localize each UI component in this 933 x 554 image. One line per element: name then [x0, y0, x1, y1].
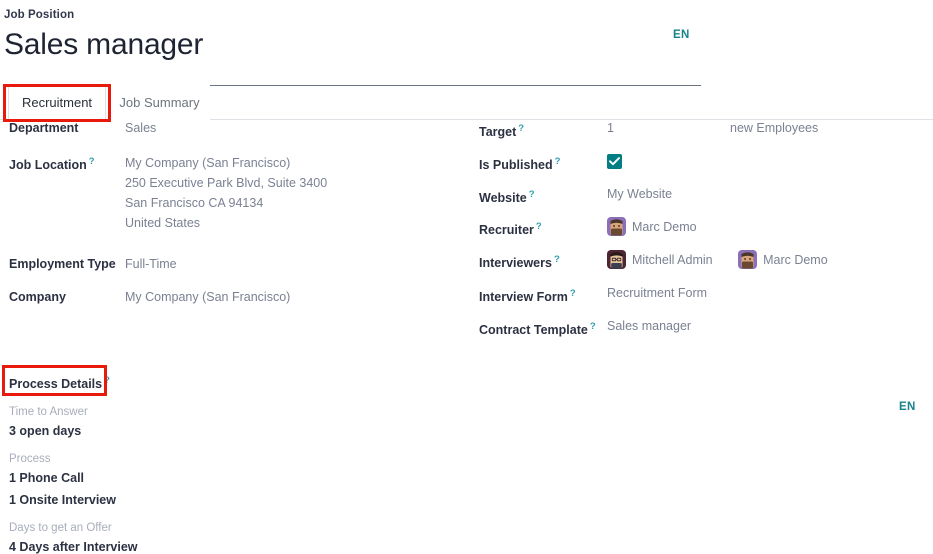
process-item: 1 Phone Call — [9, 467, 380, 489]
help-icon[interactable]: ? — [570, 288, 576, 299]
field-company: Company My Company (San Francisco) — [0, 289, 470, 306]
field-recruiter-label: Recruiter? — [479, 218, 607, 239]
field-website: Website? My Website — [470, 186, 933, 207]
job-location-line-2: 250 Executive Park Blvd, Suite 3400 — [125, 173, 327, 193]
help-icon[interactable]: ? — [554, 254, 560, 265]
field-interview-form-value[interactable]: Recruitment Form — [607, 285, 707, 302]
help-icon[interactable]: ? — [536, 221, 542, 232]
field-department: Department Sales — [0, 120, 470, 137]
field-interview-form: Interview Form? Recruitment Form — [470, 285, 933, 306]
field-recruiter-value: Marc Demo — [607, 218, 719, 242]
field-company-label-text: Company — [9, 290, 66, 304]
field-contract-template-label: Contract Template? — [479, 318, 607, 339]
field-interviewers: Interviewers? — [470, 251, 933, 275]
process-item: 1 Onsite Interview — [9, 489, 380, 511]
field-interviewers-label: Interviewers? — [479, 251, 607, 272]
help-icon[interactable]: ? — [529, 189, 535, 200]
process-group-time-to-answer: Time to Answer 3 open days — [9, 404, 380, 442]
recruiter-name: Marc Demo — [632, 219, 697, 236]
field-job-location-label: Job Location? — [9, 153, 125, 174]
field-employment-type-label-text: Employment Type — [9, 257, 116, 271]
process-details-title-text: Process Details — [9, 377, 102, 391]
avatar — [607, 250, 626, 269]
job-location-line-4: United States — [125, 213, 327, 233]
interviewer-person-2[interactable]: Marc Demo — [738, 251, 828, 270]
job-position-form-page: Job Position Sales manager EN EN Recruit… — [0, 0, 933, 554]
interviewer-person-1[interactable]: Mitchell Admin — [607, 251, 713, 270]
field-website-label-text: Website — [479, 191, 527, 205]
process-caption: Time to Answer — [9, 404, 380, 420]
field-employment-type-label: Employment Type — [9, 256, 125, 273]
is-published-checkbox[interactable] — [607, 154, 622, 169]
field-job-location: Job Location? My Company (San Francisco)… — [0, 153, 470, 233]
language-badge-title[interactable]: EN — [673, 29, 690, 41]
field-website-label: Website? — [479, 186, 607, 207]
title-row: Sales manager — [4, 24, 701, 65]
field-target-value[interactable]: 1 — [607, 120, 614, 137]
field-recruiter-label-text: Recruiter — [479, 223, 534, 237]
avatar — [607, 217, 626, 236]
field-department-label: Department — [9, 120, 125, 137]
field-contract-template-value[interactable]: Sales manager — [607, 318, 691, 335]
interviewer-name-2: Marc Demo — [763, 252, 828, 269]
field-contract-template-label-text: Contract Template — [479, 323, 588, 337]
field-employment-type: Employment Type Full-Time — [0, 256, 470, 273]
process-caption: Process — [9, 451, 380, 467]
field-is-published-label: Is Published? — [479, 153, 607, 174]
field-target-suffix: new Employees — [730, 120, 818, 137]
process-group-process: Process 1 Phone Call 1 Onsite Interview — [9, 451, 380, 511]
page-title[interactable]: Sales manager — [4, 24, 701, 65]
field-target-label-text: Target — [479, 125, 516, 139]
field-job-location-label-text: Job Location — [9, 158, 87, 172]
page-header: Job Position Sales manager — [0, 0, 933, 65]
help-icon[interactable]: ? — [590, 321, 596, 332]
field-job-location-value[interactable]: My Company (San Francisco) 250 Executive… — [125, 153, 327, 233]
process-details-title: Process Details? — [0, 365, 380, 400]
field-company-label: Company — [9, 289, 125, 306]
avatar — [738, 250, 757, 269]
field-interview-form-label-text: Interview Form — [479, 290, 568, 304]
field-department-value[interactable]: Sales — [125, 120, 156, 137]
job-location-line-3: San Francisco CA 94134 — [125, 193, 327, 213]
job-location-line-1: My Company (San Francisco) — [125, 153, 327, 173]
field-company-value[interactable]: My Company (San Francisco) — [125, 289, 290, 306]
field-is-published-label-text: Is Published — [479, 158, 553, 172]
help-icon[interactable]: ? — [518, 123, 524, 134]
help-icon[interactable]: ? — [89, 156, 95, 167]
tab-recruitment-label: Recruitment — [22, 95, 92, 110]
process-details-body: Time to Answer 3 open days Process 1 Pho… — [0, 400, 380, 554]
field-is-published-value — [607, 153, 622, 173]
tab-recruitment[interactable]: Recruitment — [8, 85, 106, 120]
process-item: 4 Days after Interview — [9, 536, 380, 554]
interviewer-name-1: Mitchell Admin — [632, 252, 713, 269]
field-target: Target? 1 new Employees — [470, 120, 933, 141]
process-group-days-to-offer: Days to get an Offer 4 Days after Interv… — [9, 520, 380, 554]
tab-job-summary-label: Job Summary — [119, 95, 199, 110]
field-contract-template: Contract Template? Sales manager — [470, 318, 933, 339]
process-item: 3 open days — [9, 420, 380, 442]
field-department-label-text: Department — [9, 121, 78, 135]
field-interview-form-label: Interview Form? — [479, 285, 607, 306]
tab-job-summary[interactable]: Job Summary — [109, 85, 210, 120]
process-caption: Days to get an Offer — [9, 520, 380, 536]
process-details-section: Process Details? Time to Answer 3 open d… — [0, 365, 380, 554]
field-interviewers-value: Mitchell Admin — [607, 251, 850, 275]
help-icon[interactable]: ? — [555, 156, 561, 167]
field-interviewers-label-text: Interviewers — [479, 256, 552, 270]
field-target-label: Target? — [479, 120, 607, 141]
field-website-value[interactable]: My Website — [607, 186, 672, 203]
breadcrumb[interactable]: Job Position — [4, 8, 933, 23]
recruiter-person[interactable]: Marc Demo — [607, 218, 697, 237]
tab-bar: Recruitment Job Summary — [0, 85, 933, 120]
field-recruiter: Recruiter? — [470, 218, 933, 242]
help-icon[interactable]: ? — [104, 375, 110, 386]
field-employment-type-value[interactable]: Full-Time — [125, 256, 177, 273]
field-is-published: Is Published? — [470, 153, 933, 174]
